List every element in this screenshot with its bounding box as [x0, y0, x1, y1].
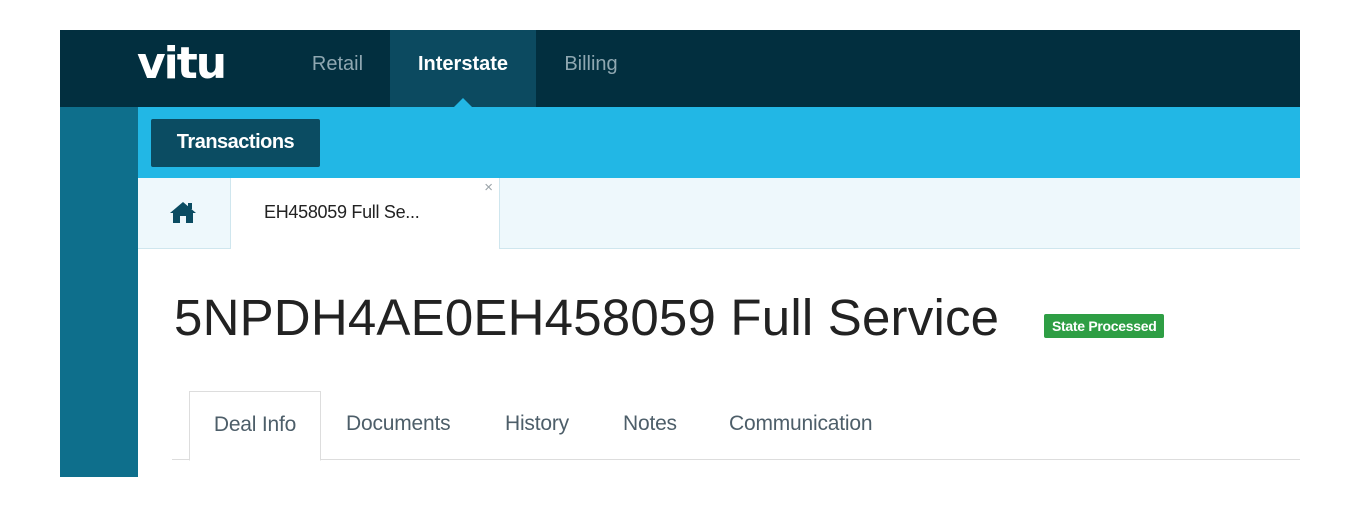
close-icon[interactable]: × — [484, 180, 493, 196]
home-tab[interactable] — [138, 178, 231, 248]
page-title: 5NPDH4AE0EH458059 Full Service — [174, 289, 1000, 346]
left-sidebar — [60, 107, 138, 477]
home-icon — [170, 202, 196, 223]
nav-item-interstate[interactable]: Interstate — [390, 30, 536, 107]
tab-documents[interactable]: Documents — [346, 391, 451, 459]
tab-communication[interactable]: Communication — [729, 391, 872, 459]
sub-navigation-bar: Transactions — [138, 107, 1300, 178]
tab-deal-info[interactable]: Deal Info — [189, 391, 321, 461]
tab-history[interactable]: History — [505, 391, 569, 459]
document-tab-strip: EH458059 Full Se... × — [138, 178, 1300, 249]
open-document-tab[interactable]: EH458059 Full Se... × — [231, 178, 500, 249]
status-badge: State Processed — [1044, 314, 1165, 338]
nav-item-retail[interactable]: Retail — [290, 30, 385, 107]
vitu-logo[interactable]: vitu — [137, 38, 227, 90]
transactions-button[interactable]: Transactions — [151, 119, 320, 167]
open-document-tab-label: EH458059 Full Se... — [264, 202, 420, 222]
top-navigation-bar: vitu Retail Interstate Billing — [60, 30, 1300, 107]
tab-notes[interactable]: Notes — [623, 391, 677, 459]
content-tabs: Deal Info Documents History Notes Commun… — [172, 391, 1300, 461]
nav-item-billing[interactable]: Billing — [536, 30, 646, 107]
app-window: vitu Retail Interstate Billing Transacti… — [60, 30, 1300, 477]
